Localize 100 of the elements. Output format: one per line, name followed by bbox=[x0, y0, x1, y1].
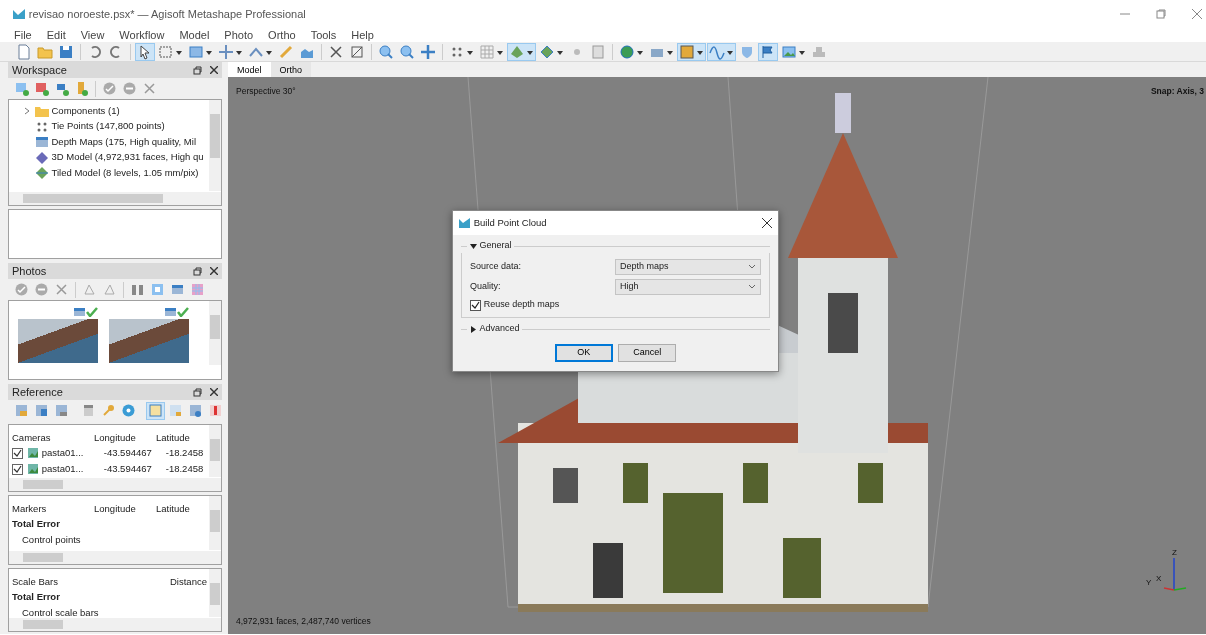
undock-icon[interactable] bbox=[193, 387, 202, 397]
vertical-scrollbar[interactable] bbox=[209, 425, 221, 477]
column-header[interactable]: Cameras bbox=[12, 430, 94, 445]
dropdown[interactable]: High bbox=[615, 279, 761, 295]
tree-item[interactable]: Depth Maps (175, High quality, Mil bbox=[51, 134, 196, 149]
toolbar-button[interactable] bbox=[477, 42, 506, 61]
remove-icon bbox=[142, 81, 157, 96]
menu-item[interactable]: Workflow bbox=[119, 26, 165, 44]
table-cell[interactable]: Control points bbox=[12, 532, 81, 548]
table-cell[interactable]: pasta01... bbox=[41, 445, 104, 461]
triangle-right-icon[interactable] bbox=[469, 325, 477, 333]
menu-item[interactable]: Edit bbox=[46, 26, 66, 44]
save-icon bbox=[58, 43, 74, 60]
column-header[interactable]: Longitude bbox=[94, 430, 156, 445]
photo-placeholder[interactable] bbox=[109, 319, 189, 363]
image-icon bbox=[27, 447, 39, 459]
chevron-down-icon bbox=[748, 284, 756, 290]
monitor-icon bbox=[74, 307, 86, 317]
page-icon bbox=[16, 43, 32, 60]
zoom-out-icon bbox=[399, 43, 415, 60]
section-header[interactable]: Advanced bbox=[479, 322, 520, 336]
triangle-down-icon[interactable] bbox=[469, 242, 477, 250]
menu-item[interactable]: View bbox=[80, 26, 105, 44]
tree-item[interactable]: 3D Model (4,972,931 faces, High qu bbox=[51, 150, 204, 165]
close-icon[interactable] bbox=[762, 218, 772, 228]
tree-item[interactable]: Tiled Model (8 levels, 1.05 mm/pix) bbox=[51, 165, 199, 180]
panel-title: Photos bbox=[12, 263, 48, 279]
wave-icon bbox=[709, 43, 725, 60]
field-label: Quality: bbox=[470, 280, 501, 294]
enable-icon bbox=[14, 282, 29, 297]
dropdown[interactable]: Depth maps bbox=[615, 259, 761, 275]
vertical-scrollbar[interactable] bbox=[209, 496, 221, 550]
checkbox[interactable] bbox=[470, 299, 481, 311]
horizontal-scrollbar[interactable] bbox=[9, 192, 221, 205]
photo-placeholder[interactable] bbox=[18, 319, 98, 363]
horizontal-scrollbar[interactable] bbox=[9, 551, 221, 564]
toolbar-button[interactable] bbox=[507, 42, 536, 61]
checkbox[interactable] bbox=[12, 447, 23, 459]
restore-icon[interactable] bbox=[1156, 9, 1166, 19]
vertical-scrollbar[interactable] bbox=[209, 301, 221, 365]
add-photos-icon bbox=[34, 81, 49, 96]
undock-icon[interactable] bbox=[193, 65, 202, 75]
table-cell[interactable]: Control scale bars bbox=[12, 605, 99, 621]
column-header[interactable]: Scale Bars bbox=[12, 574, 170, 589]
chevron-right-icon[interactable] bbox=[23, 106, 31, 115]
toolbar-button[interactable] bbox=[617, 42, 646, 61]
close-icon[interactable] bbox=[210, 66, 218, 74]
column-header[interactable]: Latitude bbox=[156, 501, 200, 516]
close-icon[interactable] bbox=[210, 388, 218, 396]
window-icon bbox=[188, 43, 204, 60]
undock-icon[interactable] bbox=[193, 266, 202, 276]
menu-item[interactable]: Ortho bbox=[268, 26, 296, 44]
window-title: revisao noroeste.psx* — Agisoft Metashape Professional bbox=[28, 6, 306, 22]
horizontal-scrollbar[interactable] bbox=[9, 478, 221, 491]
export-icon bbox=[34, 403, 49, 418]
horizontal-scrollbar[interactable] bbox=[9, 618, 221, 631]
monitor-icon bbox=[170, 282, 185, 297]
toolbar-button[interactable] bbox=[216, 42, 245, 61]
dialog-button[interactable]: OK bbox=[554, 344, 613, 362]
vertical-scrollbar[interactable] bbox=[209, 569, 221, 617]
menu-item[interactable]: File bbox=[14, 26, 32, 44]
view-tab[interactable]: Ortho bbox=[270, 62, 312, 77]
toolbar-button[interactable] bbox=[758, 42, 778, 61]
texture-icon bbox=[679, 43, 695, 60]
tree-item[interactable]: Tie Points (147,800 points) bbox=[51, 119, 165, 134]
toolbar-button[interactable] bbox=[677, 42, 706, 61]
calculator-icon bbox=[81, 403, 96, 418]
menu-item[interactable]: Model bbox=[179, 26, 210, 44]
disable-icon bbox=[34, 282, 49, 297]
grid-icon bbox=[479, 43, 495, 60]
column-header[interactable]: Longitude bbox=[94, 501, 156, 516]
section-header[interactable]: General bbox=[479, 239, 512, 253]
table-cell[interactable]: Total Error bbox=[12, 516, 60, 532]
table-cell[interactable]: Total Error bbox=[12, 589, 60, 605]
view-tab[interactable]: Model bbox=[228, 62, 271, 77]
vertical-scrollbar[interactable] bbox=[209, 100, 221, 191]
column-header[interactable]: Markers bbox=[12, 501, 94, 516]
toolbar-button[interactable] bbox=[418, 42, 438, 61]
axis-label: X bbox=[1156, 573, 1162, 585]
panel-title: Workspace bbox=[12, 62, 68, 78]
checkbox-label[interactable]: Reuse depth maps bbox=[483, 298, 560, 312]
disable-icon bbox=[122, 81, 137, 96]
close-icon[interactable] bbox=[210, 267, 218, 275]
toolbar-button[interactable] bbox=[135, 42, 155, 61]
panel-title: Reference bbox=[12, 384, 64, 400]
toolbar-button[interactable] bbox=[707, 42, 736, 61]
add-chunk-icon bbox=[14, 81, 29, 96]
app-logo-icon bbox=[12, 8, 26, 20]
menu-item[interactable]: Tools bbox=[310, 26, 337, 44]
column-header[interactable]: Distance bbox=[170, 574, 212, 589]
field-label: Source data: bbox=[470, 260, 522, 274]
add-marker-icon bbox=[54, 81, 69, 96]
column-header[interactable]: Latitude bbox=[156, 430, 200, 445]
menu-item[interactable]: Help bbox=[351, 26, 374, 44]
checkbox[interactable] bbox=[12, 463, 23, 475]
tree-item[interactable]: Components (1) bbox=[51, 103, 120, 118]
menu-item[interactable]: Photo bbox=[224, 26, 254, 44]
table-cell[interactable]: pasta01... bbox=[41, 461, 104, 477]
grid-icon bbox=[190, 282, 205, 297]
dialog-button[interactable]: Cancel bbox=[618, 344, 677, 362]
